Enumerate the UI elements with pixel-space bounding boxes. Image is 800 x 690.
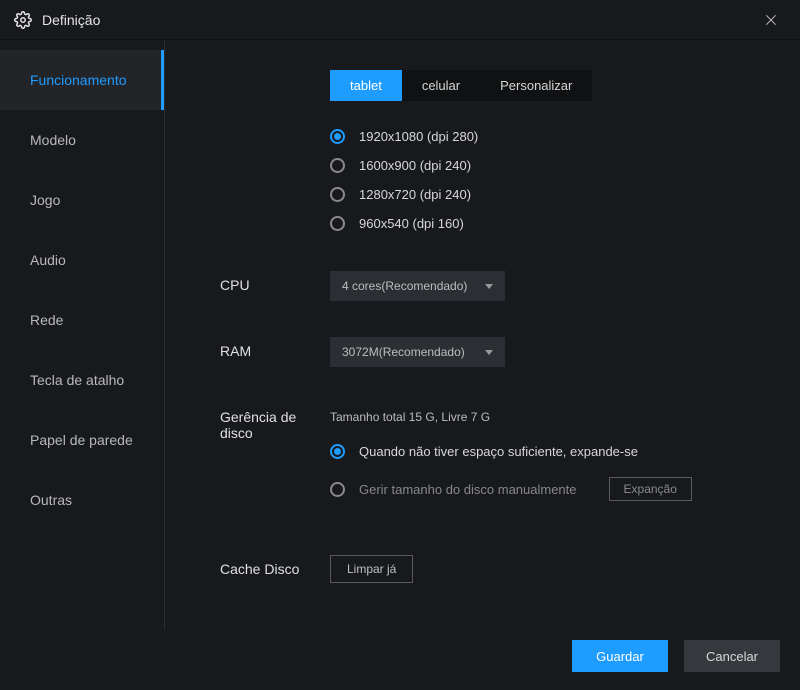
sidebar-item-modelo[interactable]: Modelo [0, 110, 164, 170]
resolution-group: 1920x1080 (dpi 280) 1600x900 (dpi 240) 1… [330, 129, 760, 231]
device-tabs: tablet celular Personalizar [330, 70, 592, 101]
sidebar-item-label: Outras [30, 492, 72, 508]
resolution-option[interactable]: 1600x900 (dpi 240) [330, 158, 760, 173]
chevron-down-icon [485, 284, 493, 289]
sidebar-item-tecla[interactable]: Tecla de atalho [0, 350, 164, 410]
window-title: Definição [42, 12, 756, 28]
clear-cache-button[interactable]: Limpar já [330, 555, 413, 583]
cpu-select[interactable]: 4 cores(Recomendado) [330, 271, 505, 301]
resolution-label: 960x540 (dpi 160) [359, 216, 464, 231]
cpu-label: CPU [220, 271, 330, 293]
disk-info: Tamanho total 15 G, Livre 7 G [330, 403, 760, 424]
sidebar-item-label: Tecla de atalho [30, 372, 124, 388]
resolution-option[interactable]: 1280x720 (dpi 240) [330, 187, 760, 202]
radio-icon [330, 482, 345, 497]
sidebar: Funcionamento Modelo Jogo Audio Rede Tec… [0, 40, 165, 630]
save-button[interactable]: Guardar [572, 640, 668, 672]
tab-tablet[interactable]: tablet [330, 70, 402, 101]
resolution-label: 1920x1080 (dpi 280) [359, 129, 478, 144]
sidebar-item-label: Audio [30, 252, 66, 268]
sidebar-item-label: Rede [30, 312, 63, 328]
radio-icon [330, 216, 345, 231]
disk-option-manual[interactable]: Gerir tamanho do disco manualmente Expan… [330, 477, 760, 501]
gear-icon [14, 11, 32, 29]
sidebar-item-papel[interactable]: Papel de parede [0, 410, 164, 470]
disk-option-auto[interactable]: Quando não tiver espaço suficiente, expa… [330, 444, 760, 459]
cpu-select-value: 4 cores(Recomendado) [342, 279, 467, 293]
sidebar-item-audio[interactable]: Audio [0, 230, 164, 290]
sidebar-item-label: Papel de parede [30, 432, 133, 448]
resolution-label: 1280x720 (dpi 240) [359, 187, 471, 202]
resolution-option[interactable]: 960x540 (dpi 160) [330, 216, 760, 231]
sidebar-item-funcionamento[interactable]: Funcionamento [0, 50, 164, 110]
ram-select-value: 3072M(Recomendado) [342, 345, 465, 359]
chevron-down-icon [485, 350, 493, 355]
tab-personalizar[interactable]: Personalizar [480, 70, 592, 101]
footer: Guardar Cancelar [572, 640, 780, 672]
radio-icon [330, 187, 345, 202]
content-pane: tablet celular Personalizar 1920x1080 (d… [165, 40, 800, 630]
cache-label: Cache Disco [220, 555, 330, 577]
disk-option-label: Quando não tiver espaço suficiente, expa… [359, 444, 638, 459]
ram-select[interactable]: 3072M(Recomendado) [330, 337, 505, 367]
expand-button[interactable]: Expanção [609, 477, 692, 501]
disk-option-label: Gerir tamanho do disco manualmente [359, 482, 577, 497]
sidebar-item-jogo[interactable]: Jogo [0, 170, 164, 230]
ram-label: RAM [220, 337, 330, 359]
sidebar-item-label: Modelo [30, 132, 76, 148]
disk-label: Gerência de disco [220, 403, 330, 441]
radio-icon [330, 129, 345, 144]
sidebar-item-label: Funcionamento [30, 72, 127, 88]
resolution-label: 1600x900 (dpi 240) [359, 158, 471, 173]
tab-celular[interactable]: celular [402, 70, 480, 101]
radio-icon [330, 444, 345, 459]
close-button[interactable] [756, 5, 786, 35]
sidebar-item-rede[interactable]: Rede [0, 290, 164, 350]
radio-icon [330, 158, 345, 173]
cancel-button[interactable]: Cancelar [684, 640, 780, 672]
titlebar: Definição [0, 0, 800, 40]
resolution-option[interactable]: 1920x1080 (dpi 280) [330, 129, 760, 144]
sidebar-item-outras[interactable]: Outras [0, 470, 164, 530]
sidebar-item-label: Jogo [30, 192, 60, 208]
